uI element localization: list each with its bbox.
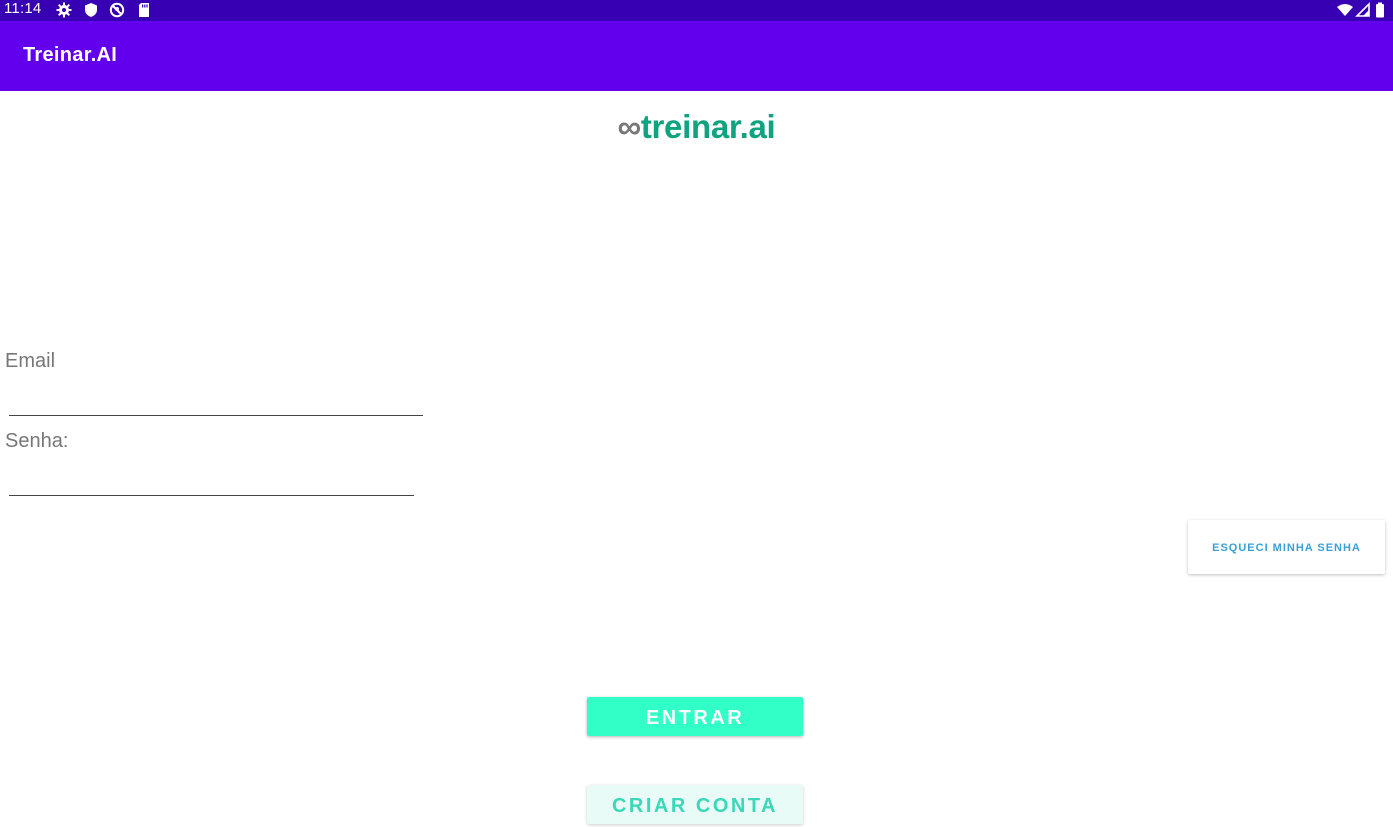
logo-text: treinar.ai <box>640 108 776 145</box>
infinity-icon: ∞ <box>617 108 642 145</box>
email-label: Email <box>5 350 56 372</box>
status-time: 11:14 <box>4 0 42 17</box>
password-field[interactable] <box>9 465 414 496</box>
forgot-password-button[interactable]: ESQUECI MINHA SENHA <box>1188 520 1385 574</box>
status-bar: 11:14 <box>0 0 1393 21</box>
gear-icon <box>56 2 72 18</box>
create-account-button[interactable]: CRIAR CONTA <box>587 785 803 824</box>
signal-icon <box>1355 2 1371 18</box>
password-label: Senha: <box>5 430 69 452</box>
sd-card-icon <box>136 2 152 18</box>
treinar-logo: ∞treinar.ai <box>0 107 1393 147</box>
battery-icon <box>1374 2 1386 18</box>
app-bar: Treinar.AI <box>0 21 1393 91</box>
email-field[interactable] <box>9 385 423 416</box>
wifi-icon <box>1337 2 1353 18</box>
shield-icon <box>83 2 99 18</box>
no-location-icon <box>109 2 125 18</box>
app-title: Treinar.AI <box>23 44 118 66</box>
enter-button[interactable]: ENTRAR <box>587 697 803 736</box>
